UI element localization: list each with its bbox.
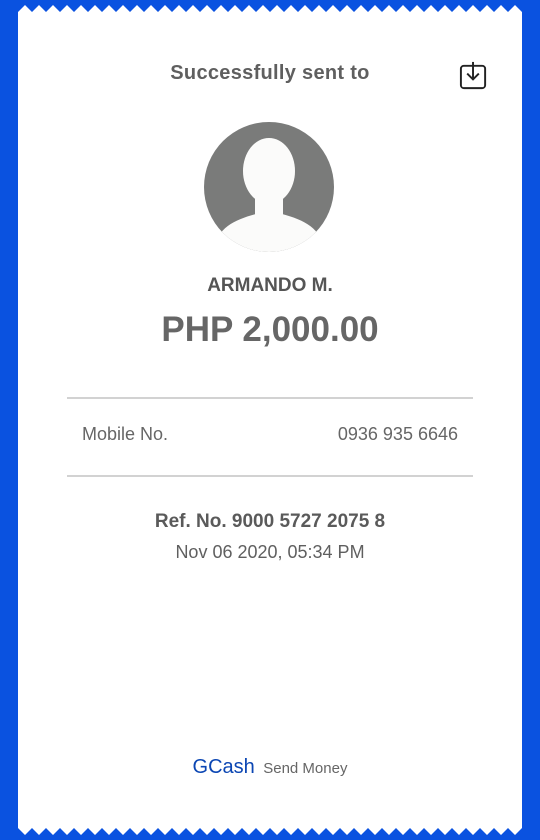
receipt-card: Successfully sent to ARMANDO M. PHP 2,00… <box>18 0 522 840</box>
transaction-date: Nov 06 2020, 05:34 PM <box>175 542 365 562</box>
mobile-number: 0936 935 6646 <box>337 424 458 444</box>
service-label: Send Money <box>263 760 348 777</box>
amount-sent: PHP 2,000.00 <box>161 310 379 349</box>
mobile-label: Mobile No. <box>82 424 169 444</box>
download-icon[interactable] <box>458 60 489 91</box>
receipt-footer: GCash Send Money <box>18 756 522 779</box>
divider-bottom <box>67 475 473 477</box>
recipient-name: ARMANDO M. <box>207 275 333 296</box>
reference-number: Ref. No. 9000 5727 2075 8 <box>154 511 386 532</box>
avatar-icon <box>204 122 334 252</box>
divider-top <box>67 397 473 399</box>
receipt-title: Successfully sent to <box>170 62 370 84</box>
brand-logo: GCash <box>192 756 255 778</box>
